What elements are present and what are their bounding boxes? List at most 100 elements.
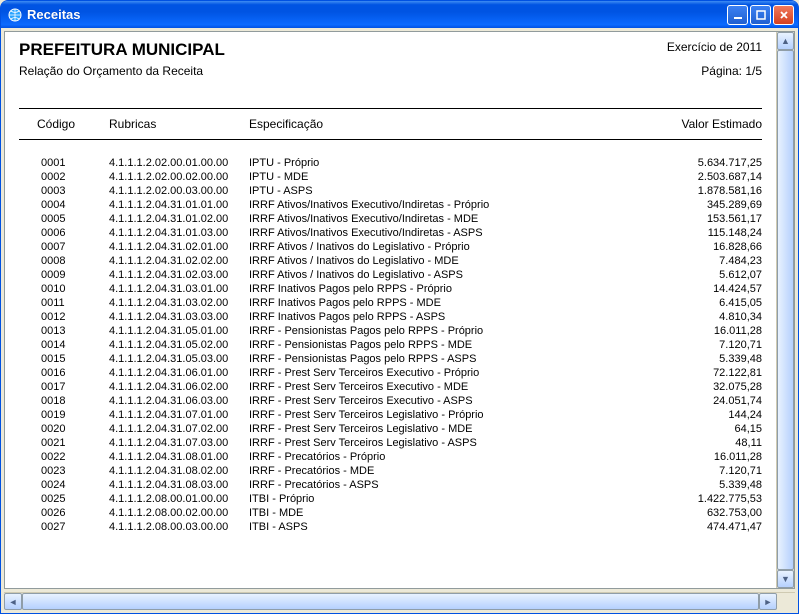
cell-espec: IRRF - Prest Serv Terceiros Legislativo … [249,408,642,422]
table-row: 00154.1.1.1.2.04.31.05.03.00IRRF - Pensi… [19,352,762,366]
cell-valor: 72.122,81 [642,366,762,380]
column-headers: Código Rubricas Especificação Valor Esti… [19,109,762,139]
table-row: 00144.1.1.1.2.04.31.05.02.00IRRF - Pensi… [19,338,762,352]
table-row: 00234.1.1.1.2.04.31.08.02.00IRRF - Preca… [19,464,762,478]
cell-rubrica: 4.1.1.1.2.04.31.01.01.00 [109,198,249,212]
table-row: 00214.1.1.1.2.04.31.07.03.00IRRF - Prest… [19,436,762,450]
cell-espec: IRRF - Prest Serv Terceiros Executivo - … [249,394,642,408]
cell-valor: 1.422.775,53 [642,492,762,506]
cell-codigo: 0025 [19,492,109,506]
cell-codigo: 0017 [19,380,109,394]
cell-codigo: 0015 [19,352,109,366]
cell-rubrica: 4.1.1.1.2.04.31.08.03.00 [109,478,249,492]
cell-espec: IRRF Inativos Pagos pelo RPPS - Próprio [249,282,642,296]
cell-codigo: 0001 [19,156,109,170]
table-row: 00044.1.1.1.2.04.31.01.01.00IRRF Ativos/… [19,198,762,212]
cell-espec: ITBI - Próprio [249,492,642,506]
table-row: 00244.1.1.1.2.04.31.08.03.00IRRF - Preca… [19,478,762,492]
cell-espec: IPTU - Próprio [249,156,642,170]
cell-codigo: 0023 [19,464,109,478]
minimize-button[interactable] [727,5,748,25]
scrollbar-corner [777,593,795,611]
cell-valor: 7.120,71 [642,338,762,352]
cell-codigo: 0007 [19,240,109,254]
cell-rubrica: 4.1.1.1.2.04.31.08.02.00 [109,464,249,478]
cell-espec: IRRF - Precatórios - ASPS [249,478,642,492]
cell-espec: IRRF - Pensionistas Pagos pelo RPPS - MD… [249,338,642,352]
window-title: Receitas [27,7,727,22]
separator-bottom [19,139,762,140]
cell-rubrica: 4.1.1.1.2.04.31.07.03.00 [109,436,249,450]
table-row: 00014.1.1.1.2.02.00.01.00.00IPTU - Própr… [19,156,762,170]
cell-codigo: 0006 [19,226,109,240]
cell-rubrica: 4.1.1.1.2.04.31.02.03.00 [109,268,249,282]
vertical-scroll-track[interactable] [777,50,794,570]
cell-rubrica: 4.1.1.1.2.04.31.02.02.00 [109,254,249,268]
rows-container: 00014.1.1.1.2.02.00.01.00.00IPTU - Própr… [19,156,762,534]
table-row: 00184.1.1.1.2.04.31.06.03.00IRRF - Prest… [19,394,762,408]
scroll-up-button[interactable]: ▲ [777,32,794,50]
cell-espec: ITBI - ASPS [249,520,642,534]
cell-rubrica: 4.1.1.1.2.04.31.07.01.00 [109,408,249,422]
cell-valor: 5.634.717,25 [642,156,762,170]
cell-espec: ITBI - MDE [249,506,642,520]
vertical-scrollbar[interactable]: ▲ ▼ [776,32,794,588]
cell-rubrica: 4.1.1.1.2.08.00.01.00.00 [109,492,249,506]
document-area: PREFEITURA MUNICIPAL Relação do Orçament… [5,32,794,588]
cell-valor: 64,15 [642,422,762,436]
col-header-codigo: Código [19,117,109,131]
cell-espec: IPTU - MDE [249,170,642,184]
cell-codigo: 0004 [19,198,109,212]
table-row: 00034.1.1.1.2.02.00.03.00.00IPTU - ASPS1… [19,184,762,198]
app-icon [7,7,23,23]
titlebar[interactable]: Receitas [1,1,798,28]
cell-codigo: 0014 [19,338,109,352]
cell-codigo: 0016 [19,366,109,380]
cell-rubrica: 4.1.1.1.2.04.31.02.01.00 [109,240,249,254]
cell-codigo: 0003 [19,184,109,198]
cell-valor: 474.471,47 [642,520,762,534]
cell-valor: 7.120,71 [642,464,762,478]
report-header: PREFEITURA MUNICIPAL Relação do Orçament… [19,40,762,78]
report-org: PREFEITURA MUNICIPAL [19,40,225,60]
cell-codigo: 0002 [19,170,109,184]
scroll-down-button[interactable]: ▼ [777,570,794,588]
table-row: 00254.1.1.1.2.08.00.01.00.00ITBI - Própr… [19,492,762,506]
table-row: 00054.1.1.1.2.04.31.01.02.00IRRF Ativos/… [19,212,762,226]
cell-rubrica: 4.1.1.1.2.04.31.01.03.00 [109,226,249,240]
maximize-button[interactable] [750,5,771,25]
cell-rubrica: 4.1.1.1.2.08.00.03.00.00 [109,520,249,534]
cell-espec: IRRF - Precatórios - Próprio [249,450,642,464]
cell-valor: 5.612,07 [642,268,762,282]
horizontal-scroll-track[interactable] [22,593,759,610]
table-row: 00114.1.1.1.2.04.31.03.02.00IRRF Inativo… [19,296,762,310]
cell-espec: IRRF - Prest Serv Terceiros Executivo - … [249,366,642,380]
cell-valor: 4.810,34 [642,310,762,324]
table-row: 00094.1.1.1.2.04.31.02.03.00IRRF Ativos … [19,268,762,282]
cell-espec: IRRF Ativos/Inativos Executivo/Indiretas… [249,198,642,212]
cell-codigo: 0008 [19,254,109,268]
horizontal-scrollbar[interactable]: ◄ ► [4,592,795,610]
window-buttons [727,5,794,25]
horizontal-scroll-thumb[interactable] [22,593,759,610]
cell-valor: 2.503.687,14 [642,170,762,184]
scroll-left-button[interactable]: ◄ [4,593,22,610]
table-row: 00194.1.1.1.2.04.31.07.01.00IRRF - Prest… [19,408,762,422]
cell-valor: 5.339,48 [642,478,762,492]
cell-codigo: 0026 [19,506,109,520]
cell-valor: 24.051,74 [642,394,762,408]
cell-valor: 153.561,17 [642,212,762,226]
cell-rubrica: 4.1.1.1.2.04.31.05.02.00 [109,338,249,352]
cell-espec: IRRF - Pensionistas Pagos pelo RPPS - Pr… [249,324,642,338]
cell-valor: 5.339,48 [642,352,762,366]
table-row: 00074.1.1.1.2.04.31.02.01.00IRRF Ativos … [19,240,762,254]
cell-espec: IRRF - Prest Serv Terceiros Legislativo … [249,422,642,436]
cell-codigo: 0011 [19,296,109,310]
cell-codigo: 0027 [19,520,109,534]
cell-codigo: 0019 [19,408,109,422]
close-button[interactable] [773,5,794,25]
cell-codigo: 0012 [19,310,109,324]
scroll-right-button[interactable]: ► [759,593,777,610]
vertical-scroll-thumb[interactable] [777,50,794,570]
window: Receitas PREFEITURA MUNICIPAL Relação do… [0,0,799,614]
